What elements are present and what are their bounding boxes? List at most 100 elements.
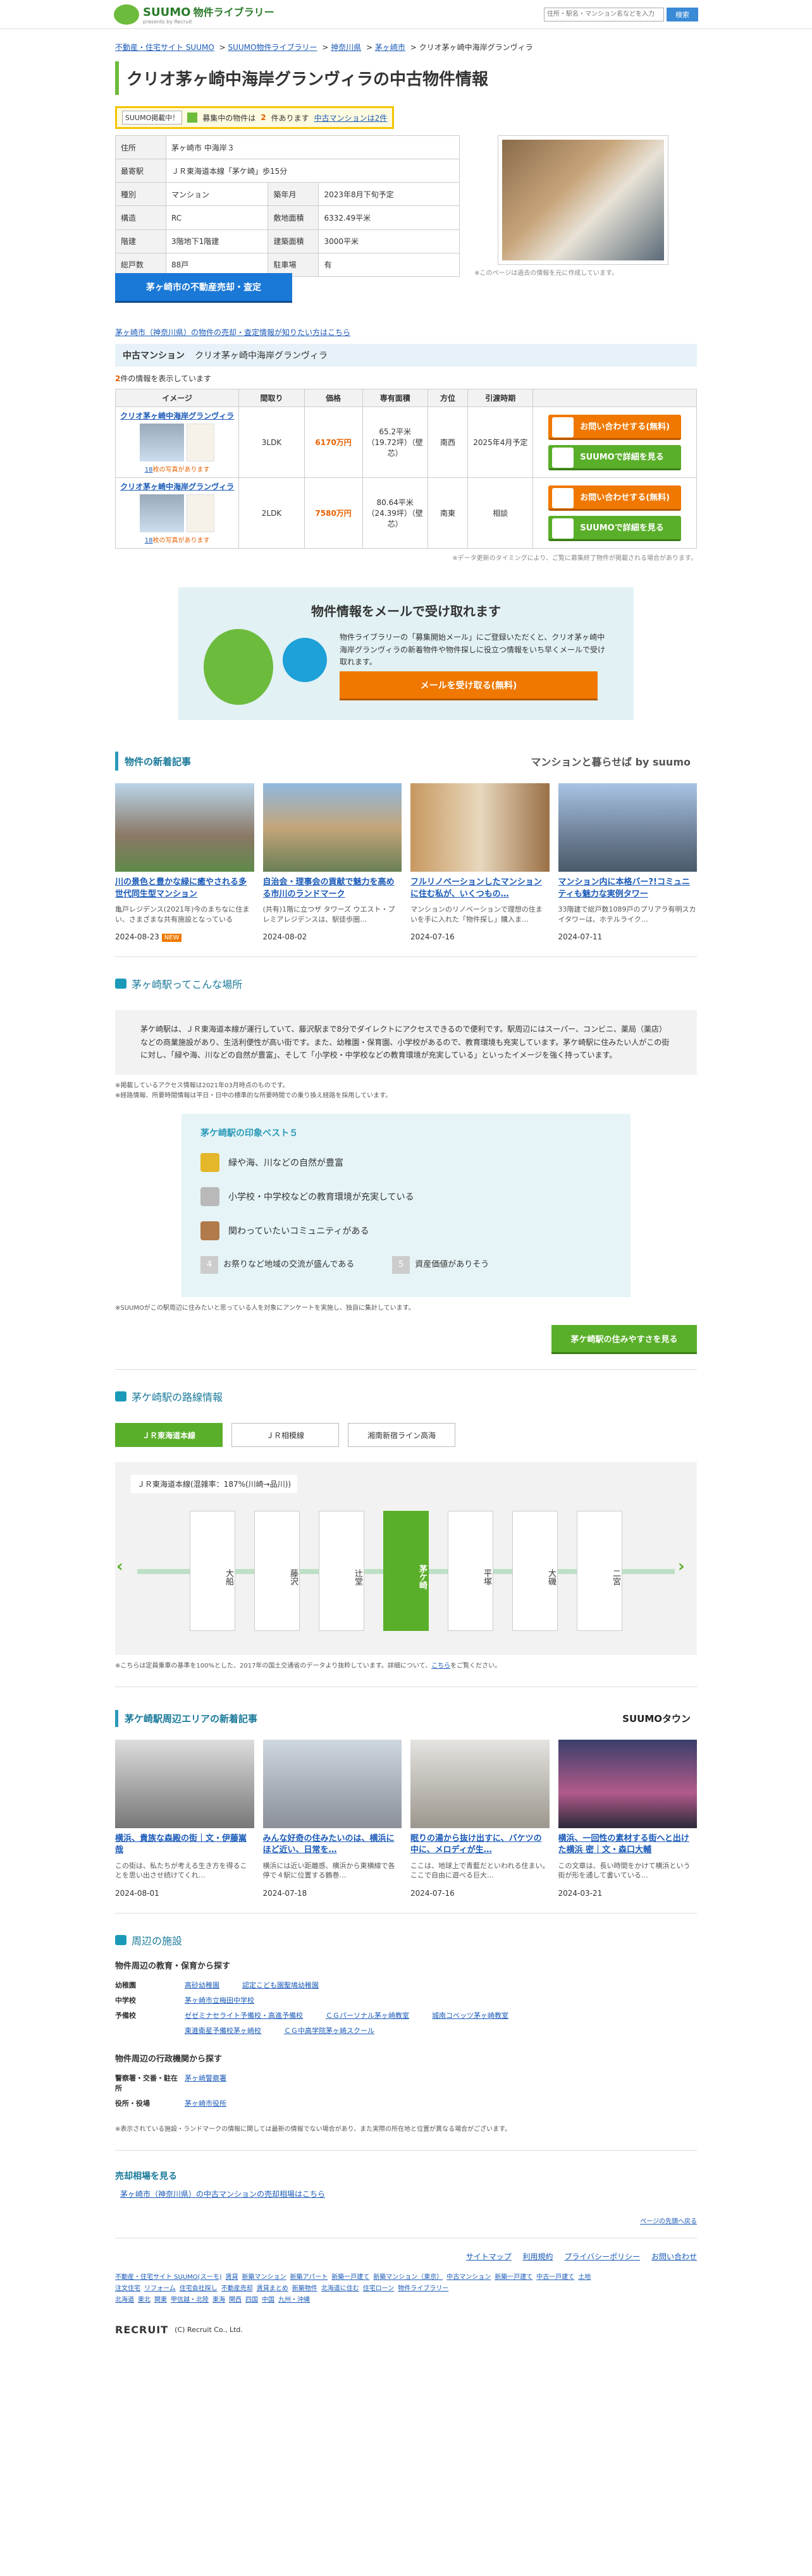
sitemap-link[interactable]: 北海道に住む <box>321 2285 359 2292</box>
news-image[interactable] <box>410 783 550 872</box>
chevron-right-icon[interactable]: › <box>678 1557 697 1576</box>
sitemap-link[interactable]: 不動産・住宅サイト SUUMO(スーモ) <box>115 2274 221 2281</box>
sitemap-link[interactable]: 中古マンション <box>446 2274 491 2281</box>
news-image[interactable] <box>262 1739 402 1828</box>
news-link[interactable]: マンション内に本格バー?!コミュニティも魅力な実例タワー <box>558 877 698 901</box>
photo-count[interactable]: 18枚の写真があります <box>120 535 235 544</box>
sitemap-link[interactable]: 不動産売却 <box>221 2285 253 2292</box>
sitemap-link[interactable]: 賃貸 <box>225 2274 238 2281</box>
floorplan-thumb[interactable] <box>187 494 215 533</box>
news-card[interactable]: みんな好奇の住みたいのは、横浜にほど近い、日常を… 横浜には近い距離感、横浜から東… <box>262 1739 402 1898</box>
news-card[interactable]: 川の景色と豊かな緑に癒やされる多世代同生型マンション 亀戸レジデンス(2021年)… <box>115 783 254 943</box>
facility-link[interactable]: 茅ヶ崎市立梅田中学校 <box>185 1995 254 2005</box>
sitemap-link[interactable]: 注文住宅 <box>115 2285 140 2292</box>
sitemap-link[interactable]: 賃貸まとめ <box>257 2285 288 2292</box>
facility-link[interactable]: 茅ヶ崎市役所 <box>185 2098 226 2108</box>
sitemap-link[interactable]: 関西 <box>229 2297 242 2304</box>
sitemap-link[interactable]: 関東 <box>154 2297 167 2304</box>
search-input[interactable] <box>544 7 664 21</box>
facility-link[interactable]: 茅ヶ崎警察署 <box>185 2073 226 2093</box>
sitemap-link[interactable]: 四国 <box>245 2297 258 2304</box>
livability-button[interactable]: 茅ケ崎駅の住みやすさを見る <box>551 1324 697 1354</box>
sitemap-link[interactable]: 中国 <box>262 2297 274 2304</box>
footer-privacy[interactable]: プライバシーポリシー <box>564 2252 640 2261</box>
sitemap-link[interactable]: 甲信越・北陸 <box>171 2297 209 2304</box>
news-image[interactable] <box>115 783 254 872</box>
news-image[interactable] <box>558 1739 697 1828</box>
news-card[interactable]: 眠りの湯から抜け出すに、バケツの中に、メロディが生… ここは、地球上で青藍だといわ… <box>410 1739 550 1898</box>
sitemap-link[interactable]: 新築物件 <box>292 2285 317 2292</box>
station-card[interactable]: 大船 <box>190 1510 235 1631</box>
crumb-kanagawa[interactable]: 神奈川県 <box>331 43 361 52</box>
sell-assess-button[interactable]: 茅ヶ崎市の不動産売却・査定 <box>115 273 292 303</box>
sitemap-link[interactable]: 新築マンション（東京） <box>373 2274 443 2281</box>
sitemap-link[interactable]: 東北 <box>138 2297 151 2304</box>
sitemap-link[interactable]: 新築マンション <box>242 2274 286 2281</box>
news-link[interactable]: 自治会・理事会の貢献で魅力を高める市川のランドマーク <box>263 877 402 901</box>
floorplan-thumb[interactable] <box>187 424 215 462</box>
suumo-town-logo[interactable]: SUUMOタウン <box>622 1712 691 1725</box>
crumb-chigasaki[interactable]: 茅ヶ崎市 <box>375 43 405 52</box>
sitemap-link[interactable]: 新築アパート <box>290 2274 328 2281</box>
facility-link[interactable]: ゼゼミナセライト予備校・高進予備校 <box>185 2010 303 2020</box>
price-link[interactable]: 茅ヶ崎市（神奈川県）の中古マンションの売却相場はこちら <box>120 2190 325 2199</box>
news-card[interactable]: 横浜、貴族な森殿の街｜文・伊藤嵩哉 この街は、私たちが考える生き方を得ることを思い… <box>115 1739 254 1898</box>
listing-thumb[interactable] <box>140 494 185 533</box>
facility-link[interactable]: 認定こども園聖鳩幼稚園 <box>242 1980 319 1990</box>
footer-terms[interactable]: 利用規約 <box>523 2252 553 2261</box>
recruit-logo[interactable]: RECRUIT <box>115 2324 168 2336</box>
footer-contact[interactable]: お問い合わせ <box>651 2252 697 2261</box>
detail-button[interactable]: SUUMOで詳細を見る <box>548 515 682 541</box>
sitemap-link[interactable]: 九州・沖縄 <box>278 2297 310 2304</box>
station-card[interactable]: 平塚 <box>448 1510 493 1631</box>
tab-tokaido[interactable]: ＪＲ東海道本線 <box>115 1422 223 1447</box>
station-card[interactable]: 二宮 <box>577 1510 622 1631</box>
station-card[interactable]: 大磯 <box>512 1510 558 1631</box>
sitemap-link[interactable]: 土地 <box>578 2274 591 2281</box>
property-photo[interactable] <box>498 135 668 265</box>
station-card-current[interactable]: 茅ケ崎 <box>383 1510 429 1631</box>
sitemap-link[interactable]: 新築一戸建て <box>495 2274 532 2281</box>
news-link[interactable]: 川の景色と豊かな緑に癒やされる多世代同生型マンション <box>115 877 254 901</box>
news-link[interactable]: 横浜、貴族な森殿の街｜文・伊藤嵩哉 <box>115 1833 254 1857</box>
tab-sagami[interactable]: ＪＲ相模線 <box>231 1422 339 1447</box>
photo-count[interactable]: 18枚の写真があります <box>120 464 235 473</box>
tab-shonan-shinjuku[interactable]: 湘南新宿ライン高海 <box>348 1422 455 1447</box>
sitemap-link[interactable]: 北海道 <box>115 2297 134 2304</box>
route-note-link[interactable]: こちら <box>431 1663 450 1670</box>
mail-signup-button[interactable]: メールを受け取る(無料) <box>340 671 598 701</box>
detail-button[interactable]: SUUMOで詳細を見る <box>548 444 682 470</box>
sitemap-link[interactable]: 東海 <box>212 2297 225 2304</box>
sell-info-link[interactable]: 茅ヶ崎市（神奈川県）の物件の売却・査定情報が知りたい方はこちら <box>115 328 350 337</box>
news-link[interactable]: 横浜、一回性の素材する街へと出けた横浜 密｜文・森口大輔 <box>558 1833 698 1857</box>
notice-link[interactable]: 中古マンションは2件 <box>314 113 388 123</box>
listing-name-link[interactable]: クリオ茅ヶ崎中海岸グランヴィラ <box>120 411 235 421</box>
crumb-library[interactable]: SUUMO物件ライブラリー <box>228 43 317 52</box>
inquiry-button[interactable]: お問い合わせする(無料) <box>548 485 682 511</box>
sitemap-link[interactable]: 住宅会社探し <box>180 2285 218 2292</box>
sitemap-link[interactable]: リフォーム <box>144 2285 176 2292</box>
sitemap-link[interactable]: 物件ライブラリー <box>398 2285 448 2292</box>
sitemap-link[interactable]: 中古一戸建て <box>536 2274 574 2281</box>
footer-sitemap[interactable]: サイトマップ <box>466 2252 512 2261</box>
page-top-link[interactable]: ページの先頭へ戻る <box>640 2218 697 2225</box>
news-image[interactable] <box>558 783 697 872</box>
news-link[interactable]: フルリノベーションしたマンションに住む私が、いくつもの… <box>410 877 550 901</box>
search-button[interactable]: 検索 <box>667 7 698 21</box>
news-card[interactable]: マンション内に本格バー?!コミュニティも魅力な実例タワー 33階建で総戸数1089… <box>558 783 698 941</box>
facility-link[interactable]: ＣＧパーソナル茅ヶ崎教室 <box>326 2010 409 2020</box>
news-image[interactable] <box>410 1739 550 1828</box>
news-image[interactable] <box>115 1739 254 1828</box>
site-logo[interactable]: SUUMO 物件ライブラリー presents by Recruit <box>114 4 274 25</box>
mansion-kurase-logo[interactable]: マンションと暮らせば by suumo <box>531 754 691 769</box>
news-link[interactable]: みんな好奇の住みたいのは、横浜にほど近い、日常を… <box>263 1833 402 1857</box>
chevron-left-icon[interactable]: ‹ <box>116 1557 135 1576</box>
crumb-suumo[interactable]: 不動産・住宅サイト SUUMO <box>115 43 214 52</box>
listing-thumb[interactable] <box>140 424 185 462</box>
facility-link[interactable]: 東進衛星予備校茅ヶ崎校 <box>185 2025 261 2036</box>
station-card[interactable]: 藤沢 <box>254 1510 300 1631</box>
station-card[interactable]: 辻堂 <box>319 1510 364 1631</box>
inquiry-button[interactable]: お問い合わせする(無料) <box>548 414 682 440</box>
news-card[interactable]: 自治会・理事会の貢献で魅力を高める市川のランドマーク (共有)1階に立つザ タワー… <box>262 783 402 941</box>
sitemap-link[interactable]: 住宅ローン <box>363 2285 395 2292</box>
